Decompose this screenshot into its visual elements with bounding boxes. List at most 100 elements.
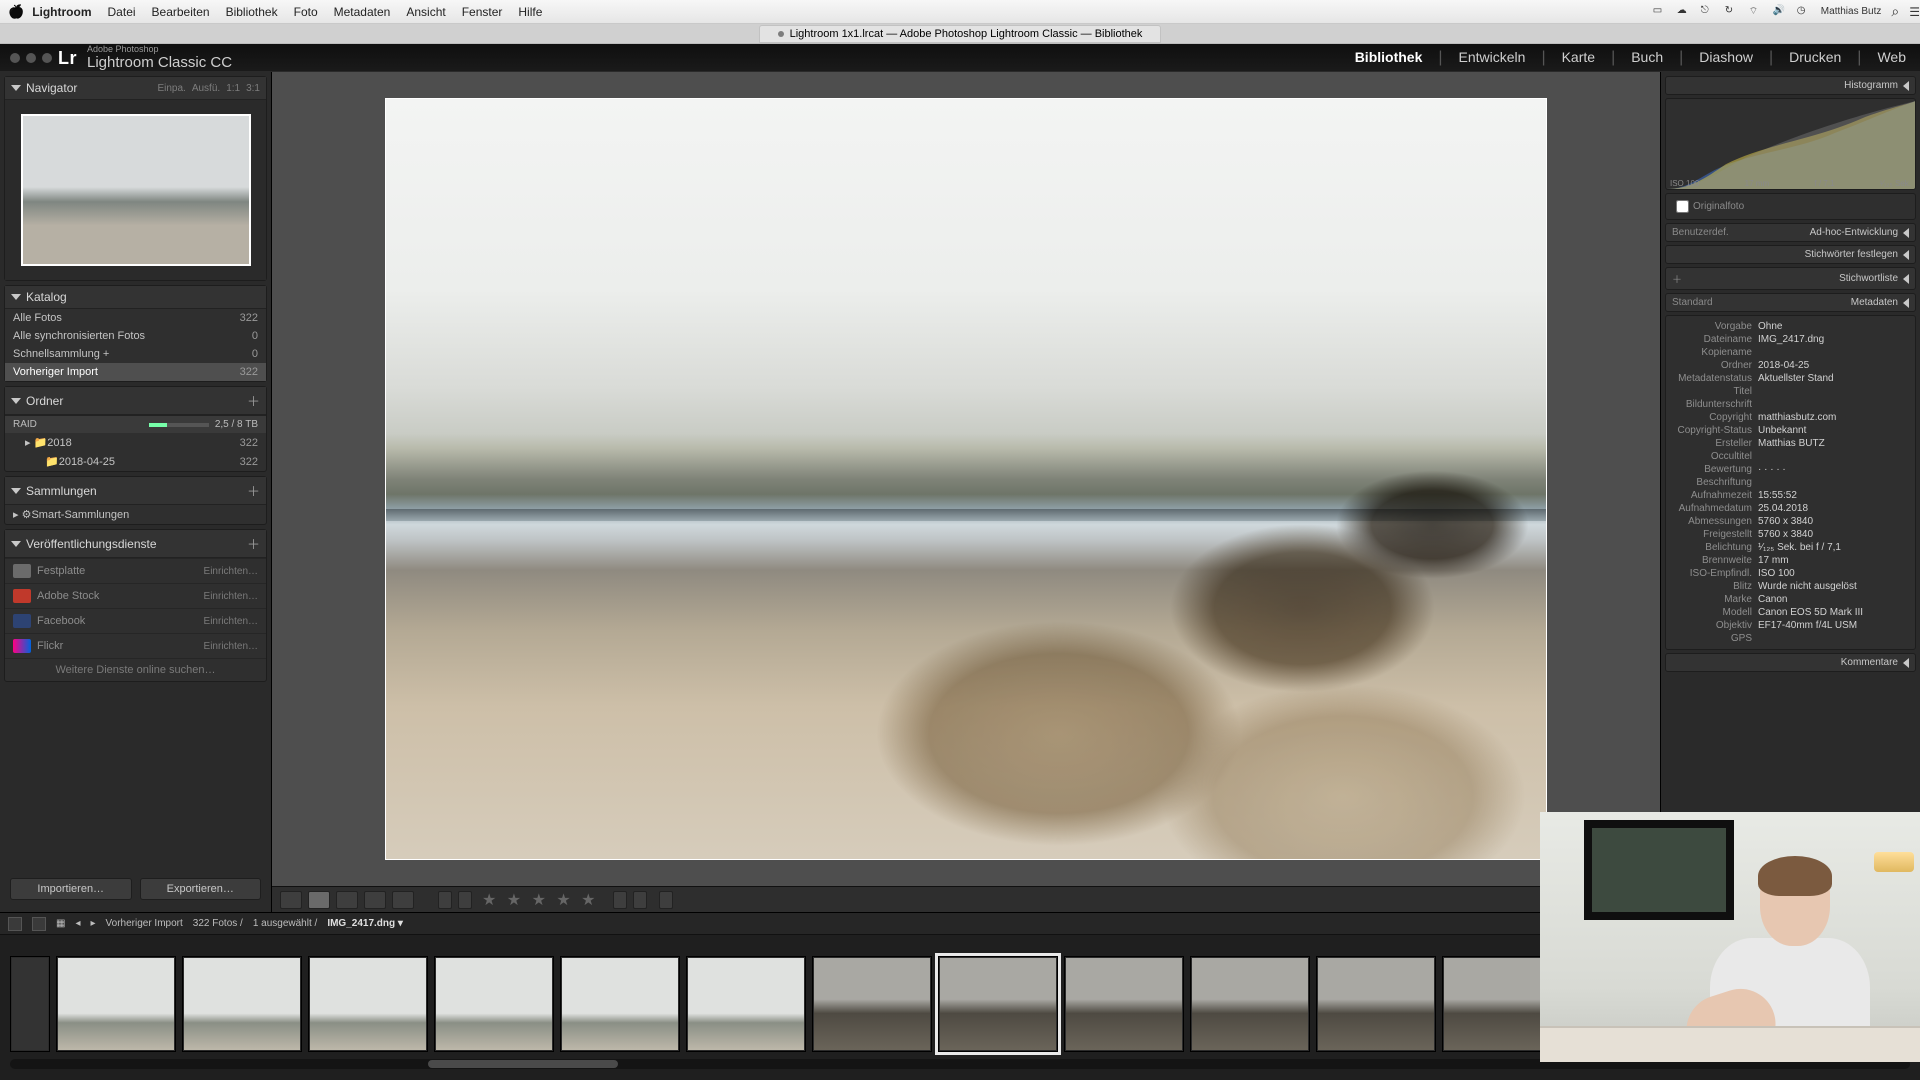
collections-header[interactable]: Sammlungen＋ xyxy=(5,477,266,505)
metadata-row[interactable]: GPS xyxy=(1672,632,1909,645)
metadata-row[interactable]: Bewertung· · · · · xyxy=(1672,463,1909,476)
metadata-row[interactable]: Aufnahmezeit15:55:52 xyxy=(1672,489,1909,502)
navigator-thumbnail[interactable] xyxy=(5,100,266,280)
metadata-row[interactable]: MetadatenstatusAktuellster Stand xyxy=(1672,372,1909,385)
filmstrip-filename[interactable]: IMG_2417.dng ▾ xyxy=(327,918,403,929)
zoom-fill[interactable]: Ausfü. xyxy=(192,83,220,94)
metadata-row[interactable]: ISO-Empfindl.ISO 100 xyxy=(1672,567,1909,580)
wifi-icon[interactable]: ⌔ xyxy=(1749,5,1763,19)
module-bibliothek[interactable]: Bibliothek xyxy=(1355,49,1423,65)
folder-row[interactable]: ▸ 📁 2018322 xyxy=(5,433,266,452)
people-view-button[interactable] xyxy=(392,891,414,909)
traffic-lights[interactable] xyxy=(0,53,52,63)
keywordlist-header[interactable]: ＋Stichwortliste xyxy=(1665,267,1916,290)
metadata-row[interactable]: Beschriftung xyxy=(1672,476,1909,489)
grid-view-button[interactable] xyxy=(280,891,302,909)
add-collection-icon[interactable]: ＋ xyxy=(247,481,260,500)
publish-service[interactable]: Adobe StockEinrichten… xyxy=(5,583,266,608)
publish-more[interactable]: Weitere Dienste online suchen… xyxy=(5,658,266,681)
catalog-row[interactable]: Alle Fotos322 xyxy=(5,309,266,327)
zoom-3-1[interactable]: 3:1 xyxy=(246,83,260,94)
metadata-row[interactable]: ObjektivEF17-40mm f/4L USM xyxy=(1672,619,1909,632)
metadata-row[interactable]: Abmessungen5760 x 3840 xyxy=(1672,515,1909,528)
clock-icon[interactable]: ◷ xyxy=(1797,5,1811,19)
metadata-row[interactable]: Bildunterschrift xyxy=(1672,398,1909,411)
menu-fenster[interactable]: Fenster xyxy=(454,5,511,19)
menu-metadaten[interactable]: Metadaten xyxy=(326,5,399,19)
filmstrip-thumb[interactable] xyxy=(182,956,302,1052)
metadata-header[interactable]: StandardMetadaten xyxy=(1665,293,1916,312)
apple-logo-icon[interactable] xyxy=(8,4,24,20)
export-button[interactable]: Exportieren… xyxy=(140,878,262,900)
publish-service[interactable]: FacebookEinrichten… xyxy=(5,608,266,633)
status-icon[interactable]: ▭ xyxy=(1653,5,1667,19)
filmstrip-thumb[interactable] xyxy=(560,956,680,1052)
import-button[interactable]: Importieren… xyxy=(10,878,132,900)
rotate-right-icon[interactable] xyxy=(633,891,647,909)
module-karte[interactable]: Karte xyxy=(1562,49,1595,65)
add-service-icon[interactable]: ＋ xyxy=(247,534,260,553)
menu-foto[interactable]: Foto xyxy=(286,5,326,19)
catalog-header[interactable]: Katalog xyxy=(5,286,266,309)
filmstrip-thumb[interactable] xyxy=(10,956,50,1052)
module-diashow[interactable]: Diashow xyxy=(1699,49,1753,65)
publish-service[interactable]: FlickrEinrichten… xyxy=(5,633,266,658)
filmstrip-thumb[interactable] xyxy=(686,956,806,1052)
back-icon[interactable]: ◂ xyxy=(75,918,80,929)
user-name[interactable]: Matthias Butz xyxy=(1821,6,1882,17)
metadata-row[interactable]: Belichtung¹⁄₁₂₅ Sek. bei f / 7,1 xyxy=(1672,541,1909,554)
metadata-row[interactable]: Copyrightmatthiasbutz.com xyxy=(1672,411,1909,424)
folder-row[interactable]: 📁 2018-04-25322 xyxy=(5,452,266,471)
spotlight-icon[interactable] xyxy=(1891,3,1899,20)
module-entwickeln[interactable]: Entwickeln xyxy=(1459,49,1526,65)
catalog-row[interactable]: Alle synchronisierten Fotos0 xyxy=(5,327,266,345)
app-menu[interactable]: Lightroom xyxy=(24,5,99,19)
status-icon[interactable]: ☁ xyxy=(1677,5,1691,19)
collection-row[interactable]: ▸ ⚙ Smart-Sammlungen xyxy=(5,505,266,524)
originalfoto-checkbox[interactable] xyxy=(1676,200,1689,213)
menu-ansicht[interactable]: Ansicht xyxy=(398,5,453,19)
zoom-1-1[interactable]: 1:1 xyxy=(226,83,240,94)
menu-hilfe[interactable]: Hilfe xyxy=(510,5,550,19)
menu-bearbeiten[interactable]: Bearbeiten xyxy=(144,5,218,19)
catalog-row[interactable]: Schnellsammlung +0 xyxy=(5,345,266,363)
second-window-icon[interactable] xyxy=(8,917,22,931)
status-icon[interactable]: ⎋ xyxy=(1701,5,1715,19)
filmstrip-thumb[interactable] xyxy=(308,956,428,1052)
rating-stars[interactable]: ★ ★ ★ ★ ★ xyxy=(482,890,599,910)
publish-service[interactable]: FestplatteEinrichten… xyxy=(5,558,266,583)
volume-icon[interactable]: 🔊 xyxy=(1773,5,1787,19)
survey-view-button[interactable] xyxy=(364,891,386,909)
filmstrip-thumb[interactable] xyxy=(1064,956,1184,1052)
metadata-row[interactable]: DateinameIMG_2417.dng xyxy=(1672,333,1909,346)
notification-center-icon[interactable] xyxy=(1909,5,1920,19)
volume-row[interactable]: RAID2,5 / 8 TB xyxy=(5,415,266,433)
metadata-row[interactable]: Ordner2018-04-25 xyxy=(1672,359,1909,372)
module-drucken[interactable]: Drucken xyxy=(1789,49,1841,65)
metadata-row[interactable]: Titel xyxy=(1672,385,1909,398)
metadata-row[interactable]: MarkeCanon xyxy=(1672,593,1909,606)
status-icon[interactable]: ↻ xyxy=(1725,5,1739,19)
flag-reject-icon[interactable] xyxy=(458,891,472,909)
rotate-left-icon[interactable] xyxy=(613,891,627,909)
add-folder-icon[interactable]: ＋ xyxy=(247,391,260,410)
keywording-header[interactable]: Stichwörter festlegen xyxy=(1665,245,1916,264)
window-tab[interactable]: Lightroom 1x1.lrcat — Adobe Photoshop Li… xyxy=(759,25,1162,43)
module-web[interactable]: Web xyxy=(1877,49,1906,65)
metadata-row[interactable]: Occultitel xyxy=(1672,450,1909,463)
metadata-row[interactable]: BlitzWurde nicht ausgelöst xyxy=(1672,580,1909,593)
slideshow-icon[interactable] xyxy=(659,891,673,909)
metadata-row[interactable]: Kopiename xyxy=(1672,346,1909,359)
zoom-fit[interactable]: Einpa. xyxy=(157,83,185,94)
navigator-header[interactable]: Navigator Einpa. Ausfü. 1:1 3:1 xyxy=(5,77,266,100)
metadata-row[interactable]: Aufnahmedatum25.04.2018 xyxy=(1672,502,1909,515)
filmstrip-path[interactable]: Vorheriger Import xyxy=(106,918,183,929)
flag-pick-icon[interactable] xyxy=(438,891,452,909)
metadata-row[interactable]: VorgabeOhne xyxy=(1672,320,1909,333)
filmstrip-thumb[interactable] xyxy=(56,956,176,1052)
filmstrip-thumb[interactable] xyxy=(1316,956,1436,1052)
catalog-row-selected[interactable]: Vorheriger Import322 xyxy=(5,363,266,381)
folders-header[interactable]: Ordner＋ xyxy=(5,387,266,415)
compare-view-button[interactable] xyxy=(336,891,358,909)
metadata-row[interactable]: ErstellerMatthias BUTZ xyxy=(1672,437,1909,450)
